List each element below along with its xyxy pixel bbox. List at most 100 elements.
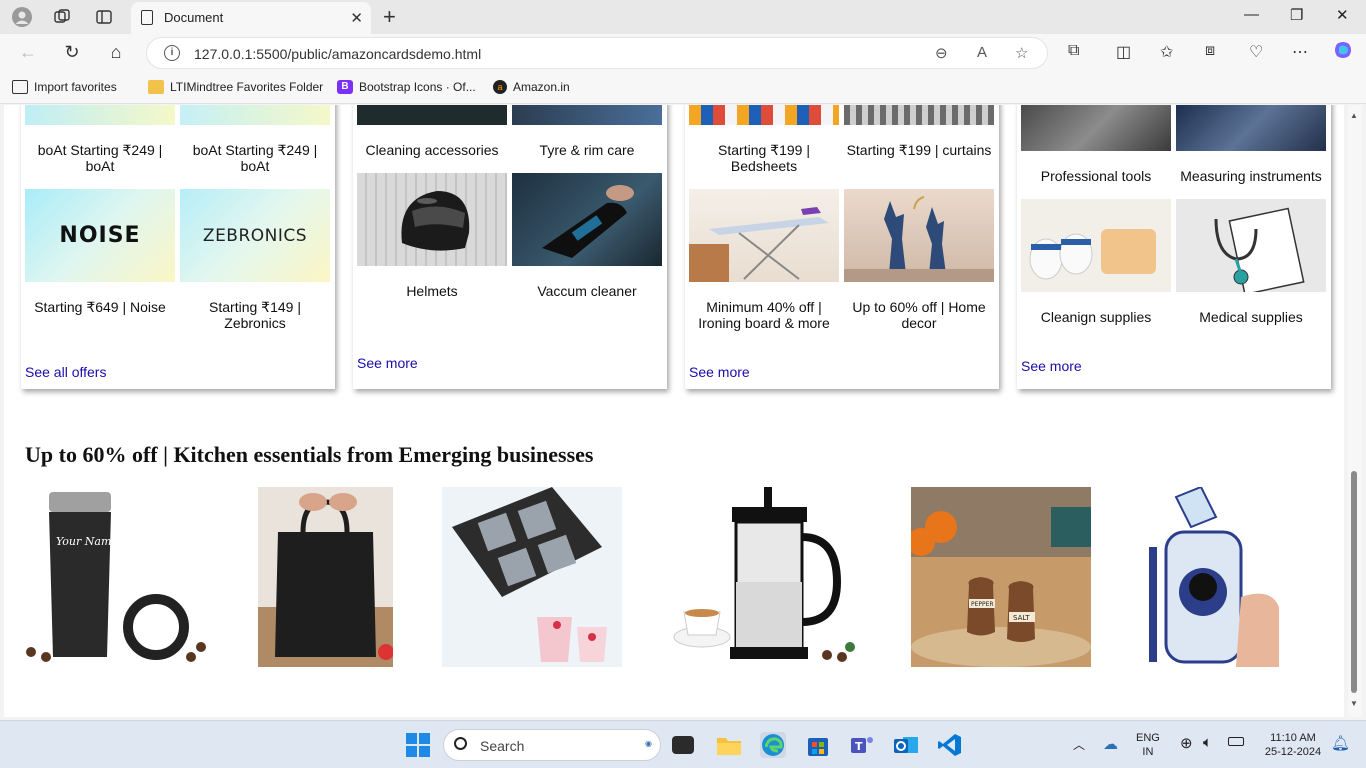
tile-noise[interactable]: NOISE Starting ₹649 | Noise (25, 189, 175, 315)
product-salt-pepper-jars[interactable]: PEPPER SALT (911, 487, 1091, 667)
zoom-icon[interactable]: ⊖ (935, 44, 948, 62)
tab-actions-icon[interactable] (93, 6, 115, 28)
product-lunch-bag[interactable] (258, 487, 393, 667)
tile-cleaning-supplies[interactable]: Cleanign supplies (1021, 199, 1171, 325)
tile-medical-supplies[interactable]: Medical supplies (1176, 199, 1326, 325)
browser-essentials-icon[interactable]: ♡ (1249, 42, 1263, 62)
scroll-up-icon[interactable]: ▲ (1350, 111, 1358, 120)
water-bottle-image (1141, 487, 1279, 667)
folder-icon (148, 80, 164, 94)
teams-icon[interactable]: T (849, 732, 875, 758)
restore-icon[interactable]: ❐ (1290, 6, 1303, 24)
tile-home-decor[interactable]: Up to 60% off | Home decor (844, 189, 994, 331)
amazon-icon: a (493, 80, 507, 94)
show-hidden-icons-icon[interactable]: ︿ (1073, 736, 1085, 753)
file-explorer-icon[interactable] (716, 732, 742, 758)
bootstrap-icon: B (337, 80, 353, 94)
task-view-icon[interactable] (672, 736, 694, 754)
tile-caption: Vaccum cleaner (537, 283, 637, 299)
tile-caption: Starting ₹149 | Zebronics (209, 299, 301, 331)
onedrive-icon[interactable]: ☁ (1103, 735, 1118, 753)
svg-text:T: T (855, 740, 863, 753)
see-more-link[interactable]: See more (1021, 358, 1082, 374)
lunch-bag-image (258, 487, 393, 667)
workspaces-icon[interactable] (51, 6, 73, 28)
fav-bootstrap-icons[interactable]: B Bootstrap Icons · Of... (337, 80, 476, 94)
see-more-link[interactable]: See more (357, 355, 418, 371)
fav-folder[interactable]: LTIMindtree Favorites Folder (148, 80, 323, 94)
favorite-star-icon[interactable]: ☆ (1015, 44, 1028, 62)
outlook-icon[interactable] (893, 732, 919, 758)
windows-start-icon[interactable] (405, 732, 431, 758)
close-tab-icon[interactable]: ✕ (350, 9, 363, 27)
language-indicator[interactable]: ENG IN (1136, 731, 1160, 759)
tile-caption: Starting ₹199 | Bedsheets (718, 142, 810, 174)
tile-helmets[interactable]: Helmets (357, 173, 507, 299)
extensions-icon[interactable]: ⧉ (1068, 42, 1079, 60)
tile-tyre-rim-care[interactable]: Tyre & rim care (512, 105, 662, 158)
copilot-icon[interactable] (1333, 40, 1353, 65)
read-aloud-icon[interactable]: A (977, 44, 987, 61)
clock[interactable]: 11:10 AM 25-12-2024 (1258, 731, 1328, 759)
product-french-press[interactable] (672, 487, 862, 667)
page-scrollbar[interactable]: ▲ ▼ (1348, 105, 1362, 717)
browser-toolbar: ← ↻ ⌂ i 127.0.0.1:5500/public/amazoncard… (0, 34, 1366, 72)
tile-measuring-instruments[interactable]: Measuring instruments (1176, 105, 1326, 184)
more-menu-icon[interactable]: ⋯ (1292, 42, 1308, 62)
back-icon[interactable]: ← (16, 42, 40, 63)
tab-document[interactable]: Document ✕ (131, 2, 371, 34)
tile-boat-1[interactable]: boAt Starting ₹249 | boAt (25, 105, 175, 174)
volume-icon[interactable]: 🔈︎ (1203, 734, 1212, 751)
minimize-icon[interactable]: — (1244, 6, 1259, 23)
tile-image (844, 189, 994, 282)
fav-import-favorites[interactable]: Import favorites (12, 80, 117, 94)
tile-bedsheets[interactable]: Starting ₹199 | Bedsheets (689, 105, 839, 174)
globe-network-icon[interactable]: ⊕ (1180, 734, 1193, 752)
tile-image (689, 189, 839, 282)
tile-caption: Cleaning accessories (365, 142, 499, 158)
offers-card-industrial: Professional tools Measuring instruments… (1017, 105, 1331, 389)
tile-curtains[interactable]: Starting ₹199 | curtains (844, 105, 994, 158)
tile-vacuum-cleaner[interactable]: Vaccum cleaner (512, 173, 662, 299)
tile-image (357, 105, 507, 125)
profile-icon[interactable] (11, 6, 33, 28)
close-window-icon[interactable]: ✕ (1336, 6, 1349, 24)
product-kids-water-bottle[interactable] (1141, 487, 1279, 667)
tile-image: NOISE (25, 189, 175, 282)
url-text[interactable]: 127.0.0.1:5500/public/amazoncardsdemo.ht… (194, 46, 481, 62)
french-press-image (672, 487, 862, 667)
scroll-thumb[interactable] (1351, 471, 1357, 693)
tile-zebronics[interactable]: ZEBRONICS Starting ₹149 | Zebronics (180, 189, 330, 331)
tile-professional-tools[interactable]: Professional tools (1021, 105, 1171, 184)
home-icon[interactable]: ⌂ (104, 42, 128, 63)
site-info-icon[interactable]: i (164, 45, 180, 61)
edge-browser-icon[interactable] (760, 732, 786, 758)
vscode-icon[interactable] (937, 732, 963, 758)
tile-boat-2[interactable]: boAt Starting ₹249 | boAt (180, 105, 330, 174)
product-travel-mug[interactable]: Your Name (11, 487, 208, 667)
collections-icon[interactable]: ⧈ (1205, 42, 1215, 60)
tile-caption: Medical supplies (1199, 309, 1303, 325)
tile-cleaning-accessories[interactable]: Cleaning accessories (357, 105, 507, 158)
tile-ironing-board[interactable]: Minimum 40% off | Ironing board & more (689, 189, 839, 331)
address-bar[interactable]: i 127.0.0.1:5500/public/amazoncardsdemo.… (146, 37, 1048, 69)
tile-image (1176, 105, 1326, 151)
microsoft-store-icon[interactable] (805, 732, 831, 758)
new-tab-icon[interactable]: + (383, 4, 396, 30)
split-screen-icon[interactable]: ◫ (1116, 42, 1131, 62)
notification-bell-icon[interactable]: 🔔︎ (1331, 734, 1350, 752)
refresh-icon[interactable]: ↻ (60, 42, 84, 63)
fav-amazon[interactable]: a Amazon.in (493, 80, 570, 94)
battery-icon[interactable] (1228, 737, 1244, 746)
tile-caption: Minimum 40% off | Ironing board & more (698, 299, 830, 331)
product-ice-cube-tray[interactable] (442, 487, 622, 667)
see-more-link[interactable]: See more (689, 364, 750, 380)
tile-caption: Up to 60% off | Home decor (852, 299, 986, 331)
scroll-down-icon[interactable]: ▼ (1350, 699, 1358, 708)
taskbar-search[interactable]: Search ◉ (443, 729, 661, 761)
tile-image (844, 105, 994, 125)
search-icon (454, 737, 467, 750)
favorites-icon[interactable]: ✩ (1160, 42, 1173, 62)
mug-text: Your Name (56, 535, 118, 548)
see-all-offers-link[interactable]: See all offers (25, 364, 106, 380)
